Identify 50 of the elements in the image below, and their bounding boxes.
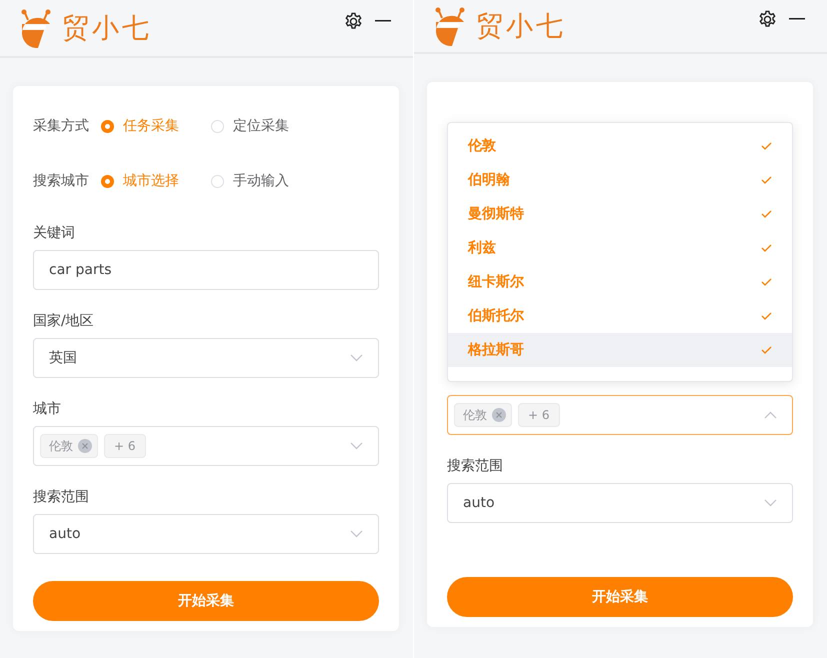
radio-option[interactable]: 手动输入 (211, 172, 321, 190)
field-label: 搜索城市 (33, 172, 90, 190)
chevron-down-icon (764, 499, 777, 507)
dropdown-option[interactable]: 纽卡斯尔 (448, 265, 792, 299)
chevron-down-icon (350, 530, 363, 538)
city-select[interactable]: 伦敦 + 6 (447, 395, 793, 435)
check-icon (761, 346, 772, 354)
field-label: 关键词 (33, 224, 76, 242)
app-logo-text: 贸小七 (62, 12, 152, 46)
more-count-tag: + 6 (518, 403, 560, 427)
app-logo-text: 贸小七 (476, 10, 566, 44)
field-label: 搜索范围 (33, 488, 90, 506)
dropdown-option[interactable]: 伯斯托尔 (448, 299, 792, 333)
keyword-input[interactable]: car parts (33, 250, 379, 290)
city-select[interactable]: 伦敦 + 6 (33, 426, 379, 466)
dropdown-option[interactable]: 格拉斯哥 (448, 333, 792, 367)
settings-icon[interactable] (758, 10, 777, 28)
minimize-icon[interactable] (375, 20, 391, 22)
check-icon (761, 176, 772, 184)
minimize-icon[interactable] (789, 18, 805, 20)
start-button[interactable]: 开始采集 (447, 577, 793, 617)
dropdown-option[interactable]: 利兹 (448, 231, 792, 265)
remove-tag-icon[interactable] (78, 439, 92, 453)
field-label: 城市 (33, 400, 62, 418)
check-icon (761, 278, 772, 286)
check-icon (761, 312, 772, 320)
remove-tag-icon[interactable] (492, 408, 506, 422)
settings-icon[interactable] (344, 12, 363, 30)
check-icon (761, 142, 772, 150)
field-label: 搜索范围 (447, 457, 504, 475)
field-label: 采集方式 (33, 117, 90, 135)
select-field[interactable]: auto (33, 514, 379, 554)
check-icon (761, 210, 772, 218)
start-button[interactable]: 开始采集 (33, 581, 379, 621)
chevron-down-icon (350, 442, 363, 450)
dropdown-option[interactable]: 曼彻斯特 (448, 197, 792, 231)
more-count-tag: + 6 (104, 434, 146, 458)
dropdown-option[interactable]: 伦敦 (448, 129, 792, 163)
radio-option[interactable]: 定位采集 (211, 117, 321, 135)
radio-option[interactable]: 任务采集 (101, 117, 211, 135)
chevron-down-icon (350, 354, 363, 362)
check-icon (761, 244, 772, 252)
radio-option[interactable]: 城市选择 (101, 172, 211, 190)
city-tag: 伦敦 (454, 403, 512, 427)
select-field[interactable]: auto (447, 483, 793, 523)
field-label: 国家/地区 (33, 312, 95, 330)
select-field[interactable]: 英国 (33, 338, 379, 378)
chevron-up-icon (764, 411, 777, 419)
city-tag: 伦敦 (40, 434, 98, 458)
dropdown-option[interactable]: 伯明翰 (448, 163, 792, 197)
